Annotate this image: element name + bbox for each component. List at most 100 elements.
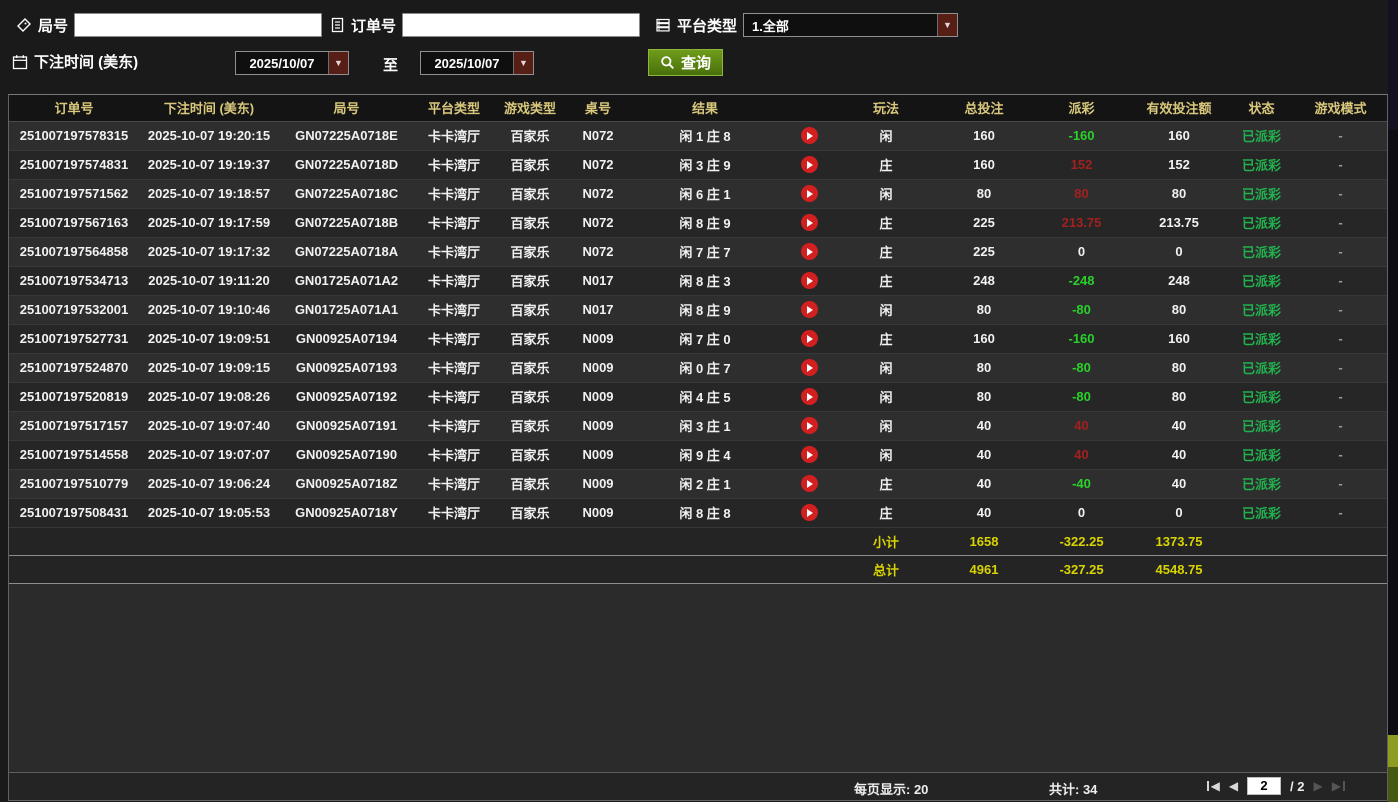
cell-round-id: GN01725A071A1 [279,295,414,324]
cell-result: 闲 8 庄 3 [630,266,780,295]
cell-table-no: N009 [566,324,630,353]
cell-play-type: 闲 [838,295,934,324]
cell-result: 闲 1 庄 8 [630,121,780,150]
header-play-action [780,95,838,121]
cell-platform: 卡卡湾厅 [414,469,494,498]
cell-mode: - [1294,295,1387,324]
play-icon[interactable] [801,359,818,376]
cell-total-bet: 80 [934,295,1034,324]
play-icon[interactable] [801,301,818,318]
tag-icon [16,17,32,33]
platform-label: 平台类型 [677,15,737,36]
cell-game-type: 百家乐 [494,469,566,498]
cell-valid-bet: 0 [1129,237,1229,266]
cell-play-type: 闲 [838,411,934,440]
cell-table-no: N017 [566,295,630,324]
cell-payout: 0 [1034,498,1129,527]
cell-mode: - [1294,121,1387,150]
header-table-no: 桌号 [566,95,630,121]
first-page-button[interactable]: ◀ [1207,777,1220,795]
cell-play-action [780,498,838,527]
cell-mode: - [1294,353,1387,382]
total-count-text: 共计: 34 [1049,779,1097,798]
to-label: 至 [383,54,398,75]
cell-table-no: N009 [566,382,630,411]
cell-bet-time: 2025-10-07 19:20:15 [139,121,279,150]
dropdown-arrow-icon[interactable]: ▼ [513,52,533,74]
records-panel: 订单号 下注时间 (美东) 局号 平台类型 游戏类型 桌号 结果 玩法 总投注 … [8,94,1388,801]
play-icon[interactable] [801,272,818,289]
cell-table-no: N072 [566,121,630,150]
pagination: ◀ ◀ 2 / 2 ▶ ▶ [1207,777,1345,795]
cell-bet-time: 2025-10-07 19:18:57 [139,179,279,208]
cell-round-id: GN00925A0718Z [279,469,414,498]
cell-platform: 卡卡湾厅 [414,382,494,411]
cell-play-action [780,440,838,469]
cell-payout: -40 [1034,469,1129,498]
cell-mode: - [1294,150,1387,179]
round-input[interactable] [74,13,322,37]
cell-platform: 卡卡湾厅 [414,237,494,266]
cell-table-no: N072 [566,237,630,266]
cell-order-id: 251007197524870 [9,353,139,382]
cell-table-no: N072 [566,208,630,237]
cell-play-type: 闲 [838,121,934,150]
page-input[interactable]: 2 [1247,777,1281,795]
cell-payout: 0 [1034,237,1129,266]
cell-round-id: GN00925A07192 [279,382,414,411]
cell-round-id: GN07225A0718E [279,121,414,150]
play-icon[interactable] [801,388,818,405]
calendar-icon [12,54,28,70]
cell-total-bet: 248 [934,266,1034,295]
cell-result: 闲 6 庄 1 [630,179,780,208]
cell-round-id: GN00925A0718Y [279,498,414,527]
cell-valid-bet: 248 [1129,266,1229,295]
subtotal-label: 小计 [838,527,934,555]
cell-order-id: 251007197564858 [9,237,139,266]
cell-status: 已派彩 [1229,150,1294,179]
cell-valid-bet: 80 [1129,353,1229,382]
cell-play-type: 庄 [838,150,934,179]
play-icon[interactable] [801,185,818,202]
cell-status: 已派彩 [1229,411,1294,440]
cell-valid-bet: 40 [1129,469,1229,498]
play-icon[interactable] [801,214,818,231]
cell-table-no: N009 [566,440,630,469]
cell-total-bet: 160 [934,150,1034,179]
prev-page-button[interactable]: ◀ [1229,777,1238,795]
cell-status: 已派彩 [1229,324,1294,353]
table-row: 251007197567163 2025-10-07 19:17:59 GN07… [9,208,1387,237]
dropdown-arrow-icon[interactable]: ▼ [937,14,957,36]
cell-platform: 卡卡湾厅 [414,440,494,469]
date-to-select[interactable]: 2025/10/07 ▼ [420,51,534,75]
play-icon[interactable] [801,156,818,173]
cell-result: 闲 8 庄 8 [630,498,780,527]
cell-mode: - [1294,498,1387,527]
cell-payout: 80 [1034,179,1129,208]
table-row: 251007197508431 2025-10-07 19:05:53 GN00… [9,498,1387,527]
cell-mode: - [1294,382,1387,411]
play-icon[interactable] [801,475,818,492]
order-input[interactable] [402,13,640,37]
cell-status: 已派彩 [1229,353,1294,382]
play-icon[interactable] [801,417,818,434]
play-icon[interactable] [801,504,818,521]
play-icon[interactable] [801,243,818,260]
table-row: 251007197578315 2025-10-07 19:20:15 GN07… [9,121,1387,150]
play-icon[interactable] [801,446,818,463]
cell-game-type: 百家乐 [494,324,566,353]
query-button[interactable]: 查询 [648,49,723,76]
header-total-bet: 总投注 [934,95,1034,121]
platform-filter-group: 平台类型 1.全部 ▼ [655,13,958,37]
cell-round-id: GN07225A0718D [279,150,414,179]
header-order-id: 订单号 [9,95,139,121]
cell-game-type: 百家乐 [494,208,566,237]
date-from-select[interactable]: 2025/10/07 ▼ [235,51,349,75]
date-to-value: 2025/10/07 [421,52,513,74]
play-icon[interactable] [801,127,818,144]
dropdown-arrow-icon[interactable]: ▼ [328,52,348,74]
play-icon[interactable] [801,330,818,347]
cell-payout: -80 [1034,295,1129,324]
platform-select[interactable]: 1.全部 ▼ [743,13,958,37]
cell-status: 已派彩 [1229,469,1294,498]
